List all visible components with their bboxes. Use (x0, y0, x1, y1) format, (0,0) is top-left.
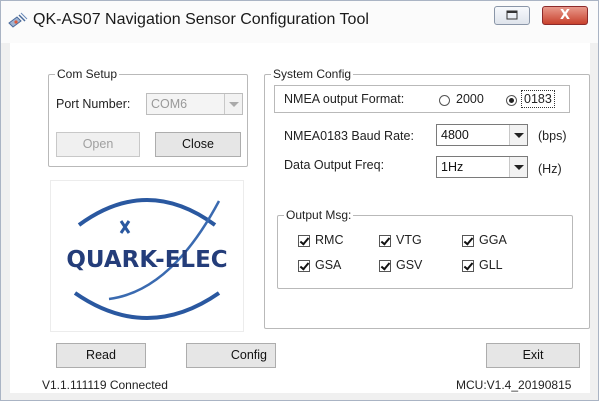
format-0183-label: 0183 (521, 90, 555, 108)
window-title: QK-AS07 Navigation Sensor Configuration … (33, 11, 369, 28)
close-window-button[interactable]: X (542, 6, 588, 25)
gga-checkbox[interactable] (462, 235, 474, 247)
status-version: V1.1.111119 Connected (42, 378, 168, 392)
baud-rate-label: NMEA0183 Baud Rate: (284, 129, 414, 143)
output-freq-label: Data Output Freq: (284, 158, 385, 172)
exit-button[interactable]: Exit (486, 343, 580, 368)
output-freq-combo[interactable]: 1Hz (436, 156, 528, 178)
config-button[interactable]: Config (186, 343, 276, 368)
freq-unit-label: (Hz) (538, 162, 562, 176)
com-setup-legend: Com Setup (57, 67, 118, 81)
app-window: QK-AS07 Navigation Sensor Configuration … (0, 0, 599, 401)
logo-graphic: QUARK-ELEC (66, 198, 228, 320)
baud-unit-label: (bps) (538, 129, 567, 143)
read-button[interactable]: Read (56, 343, 146, 368)
gll-label: GLL (479, 258, 503, 272)
open-button[interactable]: Open (56, 132, 140, 157)
restore-button[interactable] (494, 6, 530, 25)
title-bar[interactable]: QK-AS07 Navigation Sensor Configuration … (1, 1, 598, 43)
rmc-label: RMC (315, 233, 344, 247)
vtg-label: VTG (396, 233, 422, 247)
rmc-checkbox[interactable] (298, 235, 310, 247)
close-port-button[interactable]: Close (155, 132, 241, 157)
output-freq-value: 1Hz (441, 160, 464, 174)
nmea-format-label: NMEA output Format: (284, 92, 405, 106)
port-number-label: Port Number: (56, 97, 131, 111)
chevron-down-icon (509, 157, 527, 177)
system-config-legend: System Config (273, 67, 352, 81)
format-2000-label: 2000 (456, 92, 484, 106)
port-number-combo[interactable]: COM6 (146, 93, 243, 115)
vtg-checkbox[interactable] (379, 235, 391, 247)
baud-rate-combo[interactable]: 4800 (436, 124, 528, 146)
output-msg-legend: Output Msg: (286, 208, 352, 222)
restore-window-icon (506, 10, 518, 20)
output-msg-group: Output Msg: (277, 208, 573, 289)
chevron-down-icon (509, 125, 527, 145)
gga-label: GGA (479, 233, 507, 247)
satellite-icon (8, 12, 28, 28)
gsa-checkbox[interactable] (298, 260, 310, 272)
logo-text: QUARK-ELEC (66, 247, 227, 273)
close-window-icon: X (559, 8, 571, 23)
format-0183-radio[interactable] (506, 95, 517, 106)
status-mcu: MCU:V1.4_20190815 (456, 378, 572, 392)
baud-rate-value: 4800 (441, 128, 469, 142)
chevron-down-icon (224, 94, 242, 114)
gll-checkbox[interactable] (462, 260, 474, 272)
quark-elec-logo: QUARK-ELEC (50, 180, 244, 332)
format-2000-radio[interactable] (439, 95, 450, 106)
gsv-checkbox[interactable] (379, 260, 391, 272)
gsv-label: GSV (396, 258, 423, 272)
gsa-label: GSA (315, 258, 342, 272)
port-number-value: COM6 (151, 97, 188, 111)
